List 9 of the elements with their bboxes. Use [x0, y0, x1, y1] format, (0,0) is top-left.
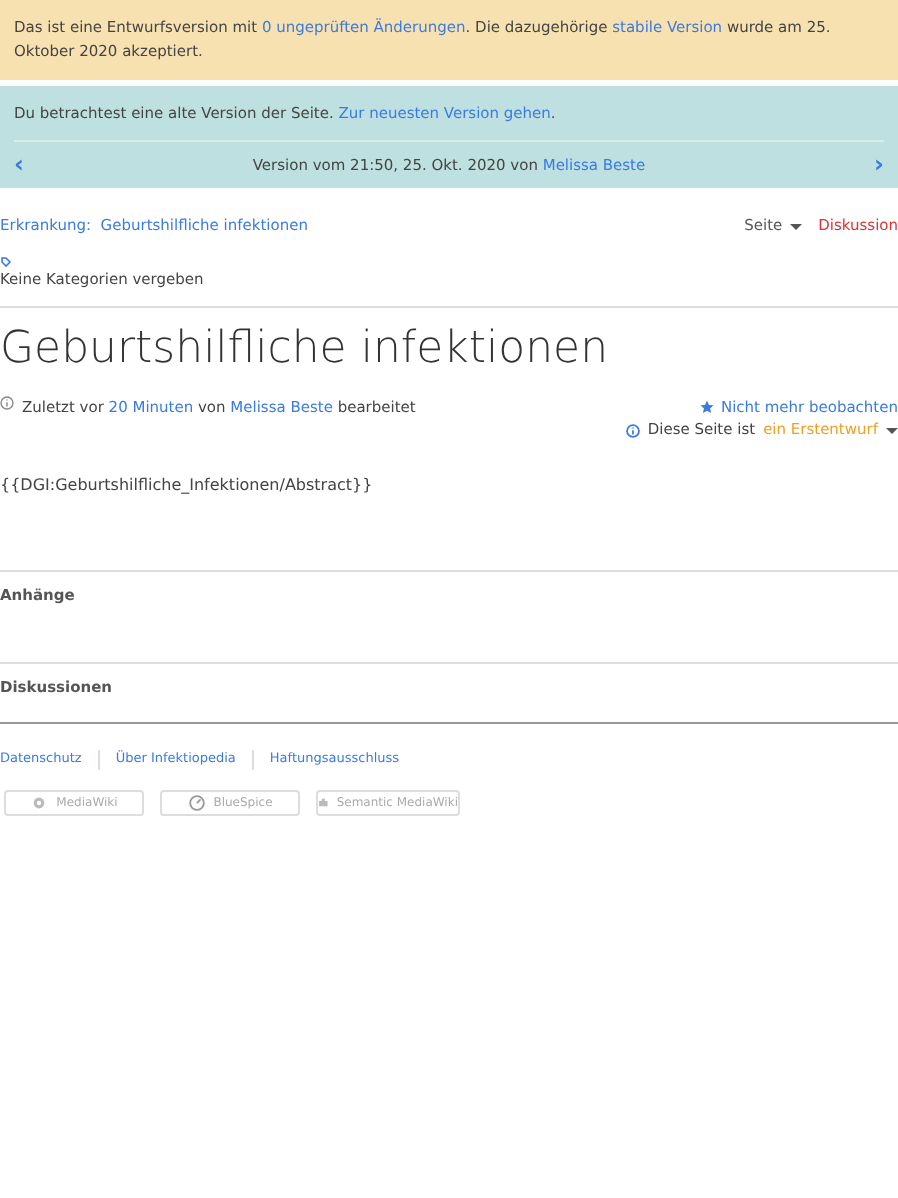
info-icon — [625, 423, 640, 438]
previous-version-button[interactable]: ‹ — [14, 152, 24, 177]
next-version-button[interactable]: › — [874, 152, 884, 177]
star-icon — [700, 400, 715, 415]
page-title: Geburtshilfliche infektionen — [0, 323, 611, 377]
content-text: {{DGI:Geburtshilfliche_Infektionen/Abstract}} — [0, 475, 373, 494]
gauge-icon — [187, 793, 206, 812]
tag-icon — [0, 255, 12, 267]
info-icon — [0, 396, 14, 411]
